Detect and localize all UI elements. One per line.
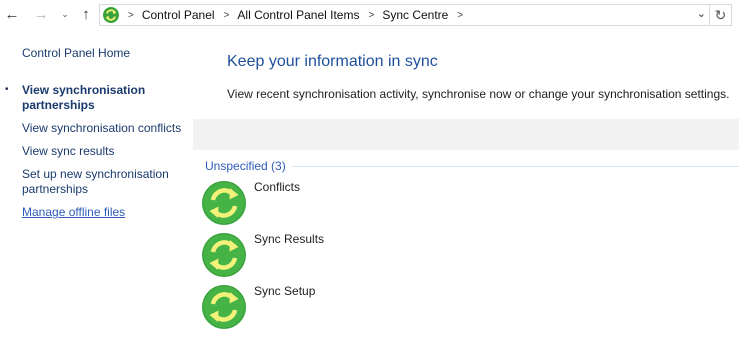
address-bar[interactable]: > Control Panel > All Control Panel Item… — [99, 4, 710, 26]
back-arrow-icon[interactable]: ← — [3, 4, 21, 24]
breadcrumb-all-items[interactable]: All Control Panel Items — [237, 8, 359, 22]
breadcrumb-separator[interactable]: > — [368, 10, 374, 21]
sidebar-item-setup-partnerships[interactable]: Set up new synchronisation partnerships — [22, 167, 190, 197]
manage-offline-files-link[interactable]: Manage offline files — [22, 205, 190, 220]
command-bar — [193, 119, 739, 150]
up-arrow-icon[interactable]: ↑ — [77, 4, 95, 24]
page-title: Keep your information in sync — [227, 53, 438, 70]
address-dropdown-chevron-icon[interactable]: ⌄ — [697, 7, 706, 20]
sync-icon — [202, 233, 246, 277]
list-item-sync-setup[interactable]: Sync Setup — [200, 284, 400, 332]
sidebar-item-conflicts[interactable]: View synchronisation conflicts — [22, 121, 190, 136]
current-item-bullet: • — [5, 84, 9, 95]
list-item-conflicts[interactable]: Conflicts — [200, 180, 400, 228]
sync-centre-icon — [103, 7, 119, 23]
group-divider — [290, 166, 739, 167]
control-panel-home-link[interactable]: Control Panel Home — [22, 46, 190, 61]
breadcrumb-separator: > — [128, 9, 134, 21]
task-pane: Control Panel Home • View synchronisatio… — [0, 30, 193, 338]
breadcrumb-sync-centre[interactable]: Sync Centre — [382, 8, 448, 22]
list-item-sync-results[interactable]: Sync Results — [200, 232, 400, 280]
sync-icon — [202, 285, 246, 329]
breadcrumb-separator[interactable]: > — [457, 10, 463, 21]
group-header-unspecified[interactable]: Unspecified (3) — [205, 159, 292, 173]
recent-locations-chevron-icon[interactable]: ⌄ — [56, 4, 74, 24]
forward-arrow-icon[interactable]: → — [32, 4, 50, 24]
breadcrumb-separator[interactable]: > — [224, 10, 230, 21]
navigation-bar: ← → ⌄ ↑ > Control Panel > All Control Pa… — [0, 0, 739, 30]
list-item-label: Sync Results — [254, 232, 325, 246]
list-item-label: Conflicts — [254, 180, 301, 194]
sync-icon — [202, 181, 246, 225]
list-item-label: Sync Setup — [254, 284, 316, 298]
refresh-icon[interactable]: ↻ — [710, 4, 732, 26]
page-description: View recent synchronisation activity, sy… — [227, 87, 730, 101]
breadcrumb-control-panel[interactable]: Control Panel — [142, 8, 215, 22]
sidebar-item-sync-results[interactable]: View sync results — [22, 144, 190, 159]
sidebar-item-partnerships[interactable]: View synchronisation partnerships — [22, 83, 190, 113]
